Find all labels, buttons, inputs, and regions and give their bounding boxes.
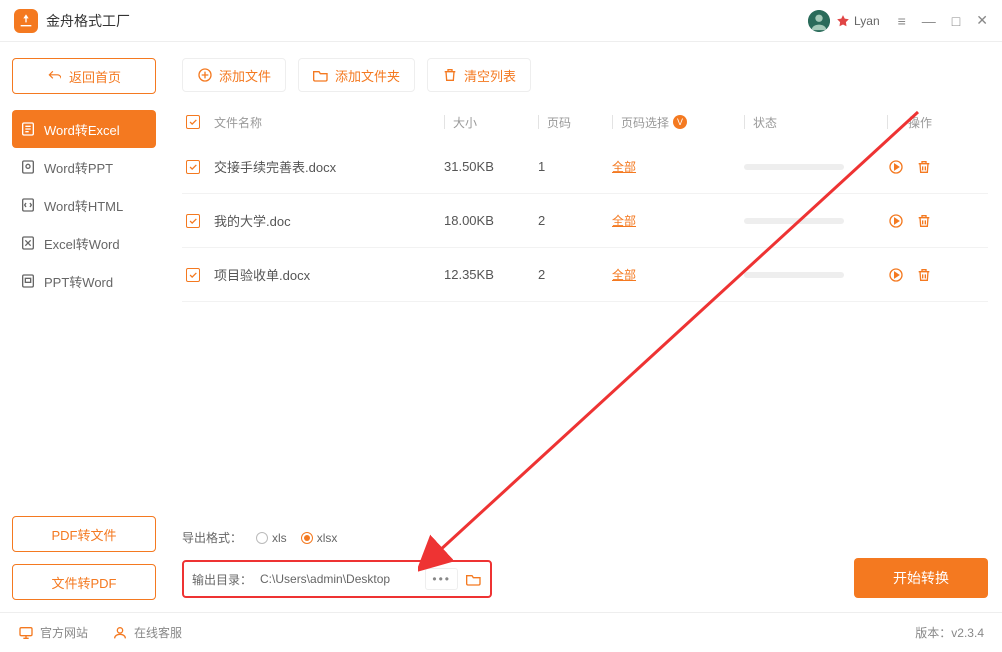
titlebar: 金舟格式工厂 Lyan ≡ — □ ✕ <box>0 0 1002 42</box>
close-icon[interactable]: ✕ <box>976 12 988 29</box>
cell-name: 项目验收单.docx <box>214 265 444 284</box>
pdf-to-file-button[interactable]: PDF转文件 <box>12 516 156 552</box>
delete-button[interactable] <box>916 213 932 229</box>
headset-icon <box>112 625 128 641</box>
th-ops: 操作 <box>908 114 932 131</box>
clear-list-button[interactable]: 清空列表 <box>427 58 531 92</box>
main: 添加文件 添加文件夹 清空列表 文件名称 大小 页码 页码选择 V 状态 操作 交… <box>168 42 1002 612</box>
radio-xlsx[interactable]: xlsx <box>301 531 338 545</box>
folder-icon <box>313 67 329 83</box>
file-icon <box>20 159 36 175</box>
sidebar-item-ppt-word[interactable]: PPT转Word <box>12 262 156 300</box>
minimize-icon[interactable]: — <box>922 13 936 29</box>
status-bar <box>744 164 844 170</box>
status-bar <box>744 218 844 224</box>
monitor-icon <box>18 625 34 641</box>
sidebar-item-word-excel[interactable]: Word转Excel <box>12 110 156 148</box>
plus-circle-icon <box>197 67 213 83</box>
th-name: 文件名称 <box>214 114 444 131</box>
username[interactable]: Lyan <box>854 14 880 28</box>
cell-page: 1 <box>538 159 612 174</box>
sidebar-item-word-ppt[interactable]: Word转PPT <box>12 148 156 186</box>
browse-button[interactable]: ••• <box>425 568 458 590</box>
folder-open-icon <box>466 571 482 587</box>
page-select-link[interactable]: 全部 <box>612 212 636 229</box>
th-status: 状态 <box>753 114 777 131</box>
cell-page: 2 <box>538 213 612 228</box>
th-size: 大小 <box>453 114 477 131</box>
open-folder-button[interactable] <box>466 571 482 587</box>
delete-button[interactable] <box>916 159 932 175</box>
play-button[interactable] <box>888 267 904 283</box>
th-select: 页码选择 <box>621 114 669 131</box>
delete-button[interactable] <box>916 267 932 283</box>
vip-icon <box>836 14 850 28</box>
cell-name: 交接手续完善表.docx <box>214 157 444 176</box>
avatar[interactable] <box>808 10 830 32</box>
cell-size: 31.50KB <box>444 159 538 174</box>
app-logo <box>14 9 38 33</box>
file-icon <box>20 197 36 213</box>
row-checkbox[interactable] <box>186 268 200 282</box>
th-page: 页码 <box>547 114 571 131</box>
play-button[interactable] <box>888 159 904 175</box>
sidebar-item-label: Excel转Word <box>44 234 120 253</box>
play-button[interactable] <box>888 213 904 229</box>
cell-name: 我的大学.doc <box>214 211 444 230</box>
sidebar-item-word-html[interactable]: Word转HTML <box>12 186 156 224</box>
app-title: 金舟格式工厂 <box>46 11 130 31</box>
add-file-label: 添加文件 <box>219 66 271 85</box>
sidebar-item-label: PPT转Word <box>44 272 113 291</box>
back-label: 返回首页 <box>69 67 121 86</box>
row-checkbox[interactable] <box>186 160 200 174</box>
cell-size: 12.35KB <box>444 267 538 282</box>
back-arrow-icon <box>47 69 61 83</box>
trash-icon <box>442 67 458 83</box>
add-file-button[interactable]: 添加文件 <box>182 58 286 92</box>
version: 版本：v2.3.4 <box>915 624 984 641</box>
support-link[interactable]: 在线客服 <box>112 624 182 641</box>
toolbar: 添加文件 添加文件夹 清空列表 <box>182 58 988 92</box>
sidebar-item-label: Word转HTML <box>44 196 123 215</box>
official-site-link[interactable]: 官方网站 <box>18 624 88 641</box>
file-icon <box>20 121 36 137</box>
add-folder-label: 添加文件夹 <box>335 66 400 85</box>
menu-icon[interactable]: ≡ <box>898 13 906 29</box>
sidebar-item-label: Word转Excel <box>44 120 120 139</box>
add-folder-button[interactable]: 添加文件夹 <box>298 58 415 92</box>
cell-page: 2 <box>538 267 612 282</box>
bottom-area: 导出格式： xls xlsx 输出目录： C:\Users\admin\Desk… <box>182 521 988 612</box>
sidebar-item-label: Word转PPT <box>44 158 113 177</box>
back-button[interactable]: 返回首页 <box>12 58 156 94</box>
page-select-link[interactable]: 全部 <box>612 266 636 283</box>
row-checkbox[interactable] <box>186 214 200 228</box>
cell-size: 18.00KB <box>444 213 538 228</box>
footer: 官方网站 在线客服 版本：v2.3.4 <box>0 612 1002 652</box>
checkbox-all[interactable] <box>186 115 200 129</box>
file-icon <box>20 235 36 251</box>
radio-xls[interactable]: xls <box>256 531 287 545</box>
table-header: 文件名称 大小 页码 页码选择 V 状态 操作 <box>182 104 988 140</box>
output-path: C:\Users\admin\Desktop <box>260 572 417 586</box>
page-select-link[interactable]: 全部 <box>612 158 636 175</box>
output-dir-box: 输出目录： C:\Users\admin\Desktop ••• <box>182 560 492 598</box>
file-icon <box>20 273 36 289</box>
v-badge-icon: V <box>673 115 687 129</box>
status-bar <box>744 272 844 278</box>
sidebar-item-excel-word[interactable]: Excel转Word <box>12 224 156 262</box>
sidebar: 返回首页 Word转Excel Word转PPT Word转HTML Excel… <box>0 42 168 612</box>
format-label: 导出格式： <box>182 529 242 546</box>
clear-label: 清空列表 <box>464 66 516 85</box>
maximize-icon[interactable]: □ <box>952 13 960 29</box>
convert-button[interactable]: 开始转换 <box>854 558 988 598</box>
output-label: 输出目录： <box>192 571 252 588</box>
table-row: 交接手续完善表.docx 31.50KB 1 全部 <box>182 140 988 194</box>
table-row: 项目验收单.docx 12.35KB 2 全部 <box>182 248 988 302</box>
table-row: 我的大学.doc 18.00KB 2 全部 <box>182 194 988 248</box>
file-to-pdf-button[interactable]: 文件转PDF <box>12 564 156 600</box>
